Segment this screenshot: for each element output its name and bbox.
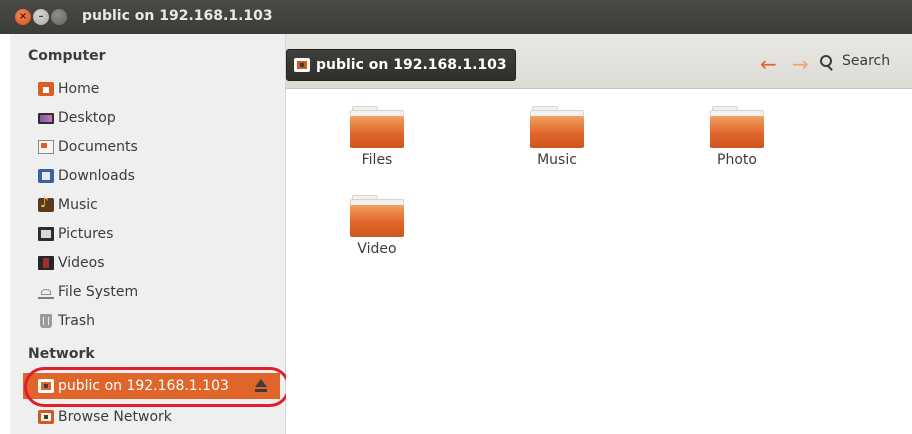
search-button-label[interactable]: Search (842, 53, 890, 69)
folder-icon (350, 106, 404, 148)
sidebar-item-trash[interactable]: Trash (38, 308, 95, 334)
trash-icon (40, 314, 52, 328)
home-folder-icon (38, 82, 54, 96)
folder-item[interactable]: Photo (682, 100, 792, 182)
sidebar-item-label: public on 192.168.1.103 (58, 378, 229, 394)
sidebar-item-public-share[interactable]: public on 192.168.1.103 (23, 373, 280, 399)
folder-icon (350, 195, 404, 237)
folder-label: Video (357, 241, 397, 257)
folder-icon (710, 106, 764, 148)
sidebar-item-label: Browse Network (58, 409, 172, 425)
network-share-icon (38, 410, 54, 424)
desktop-icon (38, 113, 54, 124)
sidebar-item-label: Music (58, 197, 98, 213)
music-icon (38, 195, 54, 212)
file-view: Files Music Photo Video (286, 89, 912, 434)
breadcrumb-label: public on 192.168.1.103 (316, 57, 507, 73)
documents-icon (38, 140, 54, 154)
folder-item[interactable]: Music (502, 100, 612, 182)
sidebar-item-file-system[interactable]: File System (38, 279, 138, 305)
eject-icon[interactable] (254, 379, 268, 393)
folder-item[interactable]: Files (322, 100, 432, 182)
folder-label: Music (537, 152, 577, 168)
window-title: public on 192.168.1.103 (82, 8, 273, 24)
sidebar-item-label: Desktop (58, 110, 116, 126)
sidebar-item-label: Trash (58, 313, 95, 329)
file-system-icon (38, 285, 54, 299)
pictures-icon (38, 227, 54, 241)
folder-item[interactable]: Video (322, 189, 432, 271)
sidebar-item-pictures[interactable]: Pictures (38, 221, 113, 247)
folder-icon (530, 106, 584, 148)
folder-label: Photo (717, 152, 757, 168)
downloads-icon (38, 169, 54, 183)
sidebar-item-desktop[interactable]: Desktop (38, 105, 116, 131)
sidebar-item-browse-network[interactable]: Browse Network (38, 404, 172, 430)
sidebar-item-videos[interactable]: Videos (38, 250, 105, 276)
close-icon[interactable]: × (15, 9, 31, 25)
sidebar: Computer Home Desktop Documents Download… (10, 34, 286, 434)
back-arrow-icon[interactable]: ← (760, 54, 777, 74)
sidebar-item-documents[interactable]: Documents (38, 134, 138, 160)
folder-label: Files (361, 152, 393, 168)
search-icon[interactable] (820, 55, 834, 71)
network-share-icon (38, 379, 54, 393)
sidebar-item-home[interactable]: Home (38, 76, 99, 102)
forward-arrow-icon[interactable]: → (792, 54, 809, 74)
minimize-icon[interactable]: – (33, 9, 49, 25)
maximize-icon[interactable] (51, 9, 67, 25)
sidebar-item-label: Home (58, 81, 100, 97)
network-share-icon (294, 58, 310, 72)
toolbar: public on 192.168.1.103 ← → Search (286, 34, 912, 89)
sidebar-item-music[interactable]: Music (38, 192, 98, 218)
sidebar-item-label: Videos (58, 255, 105, 271)
videos-icon (38, 256, 54, 270)
sidebar-heading-network: Network (28, 346, 95, 362)
sidebar-heading-computer: Computer (28, 48, 106, 64)
sidebar-item-label: Documents (58, 139, 138, 155)
title-bar: × – public on 192.168.1.103 (0, 0, 912, 34)
sidebar-item-label: Pictures (58, 226, 114, 242)
sidebar-item-label: File System (58, 284, 139, 300)
sidebar-item-label: Downloads (58, 168, 135, 184)
location-breadcrumb[interactable]: public on 192.168.1.103 (286, 49, 516, 81)
sidebar-item-downloads[interactable]: Downloads (38, 163, 135, 189)
